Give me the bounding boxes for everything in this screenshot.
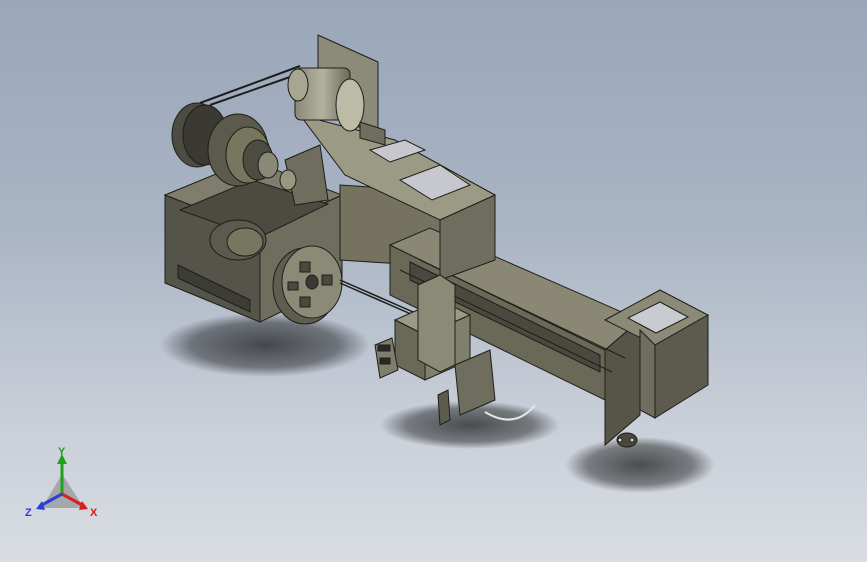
graphics-viewport[interactable]: Y X Z	[0, 0, 867, 562]
lathe-model-3d-view[interactable]	[0, 0, 867, 562]
chuck[interactable]	[272, 245, 343, 325]
coordinate-triad: Y X Z	[25, 446, 98, 519]
x-axis-label: X	[90, 507, 98, 519]
tailstock[interactable]	[616, 432, 638, 448]
z-axis-label: Z	[25, 507, 32, 519]
y-axis-label: Y	[58, 446, 66, 458]
